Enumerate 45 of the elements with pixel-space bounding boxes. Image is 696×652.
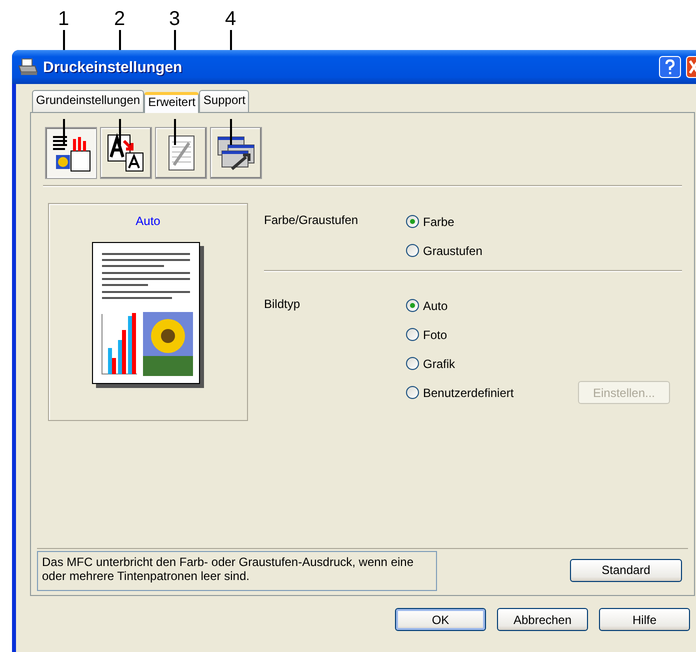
close-icon[interactable] bbox=[686, 56, 696, 78]
leader-line bbox=[62, 30, 65, 50]
radio-button[interactable] bbox=[406, 215, 419, 228]
font-substitution-icon bbox=[106, 133, 146, 173]
radio-button[interactable] bbox=[406, 244, 419, 257]
callout-number: 4 bbox=[225, 8, 236, 30]
radio-label[interactable]: Foto bbox=[423, 328, 448, 342]
radio-label[interactable]: Grafik bbox=[423, 356, 456, 370]
radio-label[interactable]: Graustufen bbox=[423, 244, 482, 258]
leader-line bbox=[230, 119, 232, 145]
dialog-button[interactable]: Abbrechen bbox=[497, 608, 588, 631]
document-chart-icon bbox=[51, 133, 91, 173]
standard-button[interactable]: Standard bbox=[570, 558, 682, 582]
callout-number: 2 bbox=[114, 8, 126, 30]
toolbar-button[interactable] bbox=[210, 127, 262, 179]
leader-line bbox=[119, 119, 121, 145]
radio-button[interactable] bbox=[406, 357, 419, 370]
group-label: Bildtyp bbox=[264, 296, 302, 313]
help-icon[interactable] bbox=[659, 56, 681, 78]
description-text: Das MFC unterbricht den Farb- oder Graustufen-Ausdruck, wenn eine oder mehrere Tintenpatronen leer sind. bbox=[37, 551, 437, 591]
radio-button[interactable] bbox=[406, 328, 419, 341]
callout-number: 1 bbox=[58, 8, 70, 30]
radio-label[interactable]: Farbe bbox=[423, 214, 454, 228]
group-label: Farbe/Graustufen bbox=[264, 212, 360, 229]
toolbar-button[interactable] bbox=[100, 127, 152, 179]
radio-button[interactable] bbox=[406, 299, 419, 312]
radio-label[interactable]: Benutzerdefiniert bbox=[423, 386, 514, 400]
leader-line bbox=[174, 30, 176, 50]
window-title: Druckeinstellungen bbox=[43, 58, 184, 76]
leader-line bbox=[174, 119, 176, 145]
tab[interactable]: Support bbox=[199, 90, 250, 112]
leader-line bbox=[63, 119, 65, 145]
tab[interactable]: Grundeinstellungen bbox=[32, 90, 144, 112]
callout-number: 3 bbox=[169, 8, 180, 30]
preview-title: Auto bbox=[136, 214, 160, 228]
leader-line bbox=[118, 30, 121, 50]
radio-label[interactable]: Auto bbox=[423, 298, 448, 312]
tab[interactable]: Erweitert bbox=[144, 92, 200, 113]
radio-button[interactable] bbox=[406, 386, 419, 399]
toolbar-button[interactable] bbox=[45, 127, 97, 179]
dialog-button[interactable]: Hilfe bbox=[599, 608, 690, 631]
dialog-button[interactable]: OK bbox=[395, 608, 486, 631]
printer-icon bbox=[18, 58, 38, 76]
toolbar-button[interactable] bbox=[155, 127, 207, 179]
leader-line bbox=[230, 30, 232, 50]
